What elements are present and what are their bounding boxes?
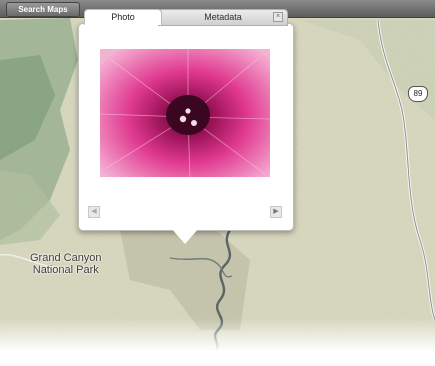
search-maps-button[interactable]: Search Maps [6, 2, 80, 17]
bottom-reflection-fade [0, 318, 435, 366]
highway-shield: 89 [408, 86, 428, 102]
right-arrow-icon[interactable]: ▶ [270, 206, 282, 218]
tab-metadata-label: Metadata [204, 12, 242, 22]
park-label-line1: Grand Canyon [30, 252, 102, 264]
park-label: Grand Canyon National Park [30, 252, 102, 276]
photo-popup: Photo Metadata × ◀ ▶ [78, 9, 294, 244]
tab-photo[interactable]: Photo [84, 9, 162, 25]
close-icon[interactable]: × [273, 12, 283, 22]
flower-photo [100, 49, 270, 177]
tab-metadata[interactable]: Metadata × [158, 9, 288, 26]
left-arrow-icon[interactable]: ◀ [88, 206, 100, 218]
park-label-line2: National Park [32, 264, 99, 276]
popup-pointer [171, 228, 199, 244]
